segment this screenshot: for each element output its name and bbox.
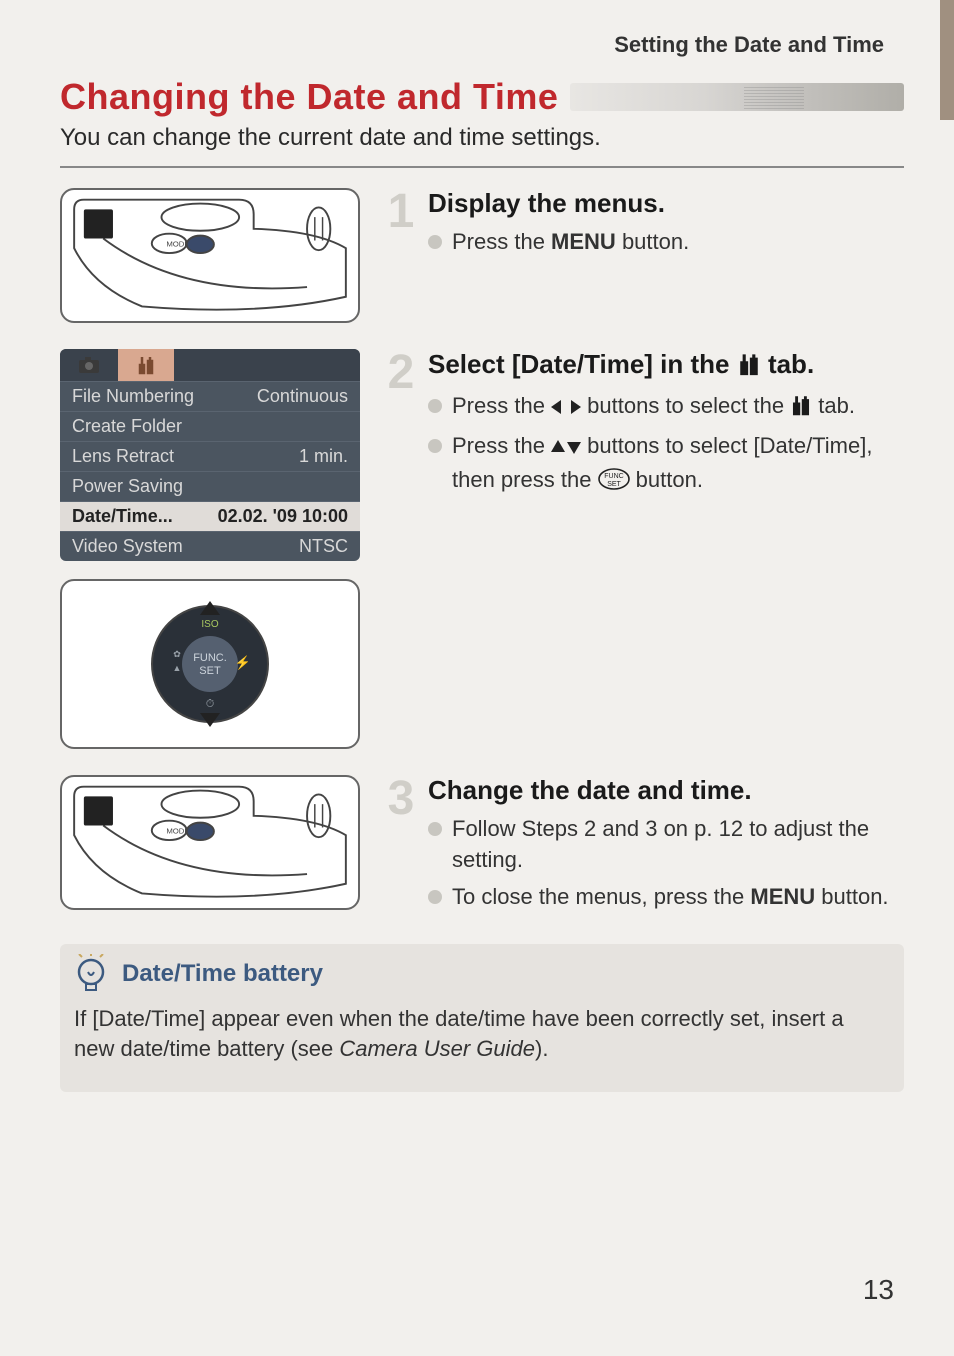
svg-text:SET: SET: [199, 665, 221, 677]
up-down-arrows-icon: [551, 434, 581, 465]
svg-text:⏱: ⏱: [206, 698, 215, 710]
svg-text:ISO: ISO: [201, 619, 218, 630]
info-title: Date/Time battery: [122, 960, 323, 988]
func-set-button-icon: FUNCSET: [598, 468, 630, 499]
info-text: If [Date/Time] appear even when the date…: [74, 1004, 890, 1063]
menu-tab-camera: [60, 349, 118, 381]
menu-tab-tools-active: [118, 349, 174, 381]
svg-text:✿: ✿: [173, 649, 181, 659]
camera-menu-screenshot: File NumberingContinuous Create Folder L…: [60, 349, 360, 561]
step-number: 1: [384, 188, 418, 264]
page-edge-tab: [940, 0, 954, 120]
tools-tab-icon: [790, 394, 812, 425]
left-right-arrows-icon: [551, 394, 581, 425]
page-number: 13: [863, 1274, 894, 1306]
menu-row: Create Folder: [60, 411, 360, 441]
svg-text:▲: ▲: [173, 663, 182, 673]
step-bullet: To close the menus, press the MENU butto…: [428, 882, 904, 913]
menu-row: File NumberingContinuous: [60, 381, 360, 411]
step-bullet: Press the buttons to select [Date/Time],…: [428, 431, 904, 499]
step-bullet: Press the MENU button.: [428, 227, 904, 258]
page-title: Changing the Date and Time: [60, 76, 558, 118]
menu-row: Lens Retract1 min.: [60, 441, 360, 471]
info-box: Date/Time battery If [Date/Time] appear …: [60, 944, 904, 1091]
step-title: Change the date and time.: [428, 775, 904, 806]
section-header: Setting the Date and Time: [60, 32, 904, 58]
svg-text:FUNC.: FUNC.: [193, 652, 227, 664]
step-title: Display the menus.: [428, 188, 904, 219]
lightbulb-icon: [74, 954, 108, 994]
menu-row: Video SystemNTSC: [60, 531, 360, 561]
svg-text:⚡: ⚡: [235, 655, 251, 671]
dpad-illustration: FUNC. SET ISO ✿ ▲ ⚡ ⏱: [60, 579, 360, 749]
intro-text: You can change the current date and time…: [60, 124, 904, 152]
step-number: 3: [384, 775, 418, 918]
step-3: MODE 3 Change the date and time. Follow …: [60, 775, 904, 918]
divider: [60, 166, 904, 168]
step-bullet: Press the buttons to select the tab.: [428, 391, 904, 425]
camera-top-illustration-1: MODE: [60, 188, 360, 323]
title-row: Changing the Date and Time: [60, 76, 904, 118]
svg-text:FUNC: FUNC: [604, 473, 623, 480]
step-number: 2: [384, 349, 418, 504]
camera-top-illustration-2: MODE: [60, 775, 360, 910]
step-2: File NumberingContinuous Create Folder L…: [60, 349, 904, 749]
svg-text:SET: SET: [607, 481, 621, 488]
title-decoration: [570, 83, 904, 111]
menu-row: Power Saving: [60, 471, 360, 501]
step-bullet: Follow Steps 2 and 3 on p. 12 to adjust …: [428, 814, 904, 876]
menu-row-selected: Date/Time...02.02. '09 10:00: [60, 501, 360, 531]
tools-tab-icon: [737, 352, 761, 383]
step-title: Select [Date/Time] in the tab.: [428, 349, 904, 383]
step-1: MODE 1 Display the menus. Press the MENU…: [60, 188, 904, 323]
